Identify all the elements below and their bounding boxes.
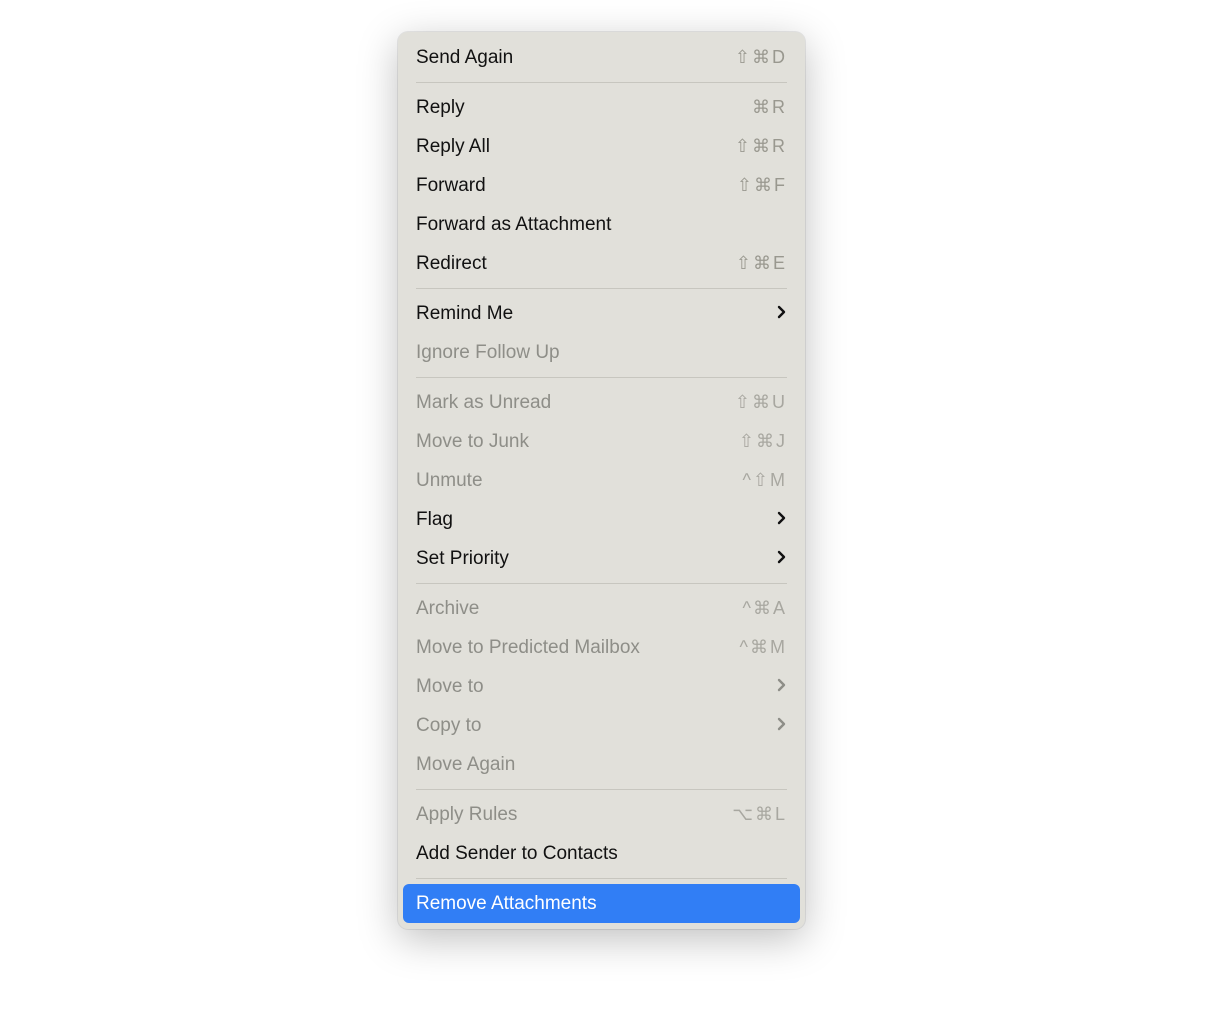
menu-item-ignore-follow-up: Ignore Follow Up — [398, 333, 805, 372]
chevron-right-icon — [777, 712, 787, 739]
menu-item-archive: Archive ^⌘A — [398, 589, 805, 628]
menu-divider — [416, 583, 787, 584]
menu-item-label: Send Again — [416, 44, 513, 71]
menu-item-shortcut: ⇧⌘D — [735, 44, 787, 71]
menu-item-label: Apply Rules — [416, 801, 517, 828]
menu-item-shortcut: ⇧⌘R — [735, 133, 787, 160]
context-menu: Send Again ⇧⌘D Reply ⌘R Reply All ⇧⌘R Forward ⇧… — [398, 32, 805, 929]
menu-item-label: Reply All — [416, 133, 490, 160]
menu-item-label: Set Priority — [416, 545, 509, 572]
menu-item-add-sender-to-contacts[interactable]: Add Sender to Contacts — [398, 834, 805, 873]
menu-item-label: Copy to — [416, 712, 481, 739]
menu-item-reply[interactable]: Reply ⌘R — [398, 88, 805, 127]
menu-item-flag[interactable]: Flag — [398, 500, 805, 539]
chevron-right-icon — [777, 545, 787, 572]
menu-item-forward[interactable]: Forward ⇧⌘F — [398, 166, 805, 205]
menu-item-copy-to: Copy to — [398, 706, 805, 745]
menu-item-move-to-junk: Move to Junk ⇧⌘J — [398, 422, 805, 461]
menu-item-shortcut: ^⇧M — [742, 467, 787, 494]
menu-item-label: Move Again — [416, 751, 515, 778]
menu-item-shortcut: ⇧⌘E — [736, 250, 787, 277]
menu-item-mark-as-unread: Mark as Unread ⇧⌘U — [398, 383, 805, 422]
menu-divider — [416, 377, 787, 378]
menu-divider — [416, 878, 787, 879]
menu-item-move-to-predicted-mailbox: Move to Predicted Mailbox ^⌘M — [398, 628, 805, 667]
menu-item-label: Forward — [416, 172, 486, 199]
menu-item-shortcut: ^⌘A — [743, 595, 787, 622]
menu-item-forward-as-attachment[interactable]: Forward as Attachment — [398, 205, 805, 244]
menu-item-move-to: Move to — [398, 667, 805, 706]
menu-item-label: Move to — [416, 673, 484, 700]
menu-item-label: Add Sender to Contacts — [416, 840, 618, 867]
menu-item-set-priority[interactable]: Set Priority — [398, 539, 805, 578]
menu-item-label: Mark as Unread — [416, 389, 551, 416]
menu-item-label: Remind Me — [416, 300, 513, 327]
menu-item-label: Move to Junk — [416, 428, 529, 455]
menu-item-shortcut: ⇧⌘J — [739, 428, 787, 455]
menu-item-label: Move to Predicted Mailbox — [416, 634, 640, 661]
menu-item-redirect[interactable]: Redirect ⇧⌘E — [398, 244, 805, 283]
menu-item-shortcut: ^⌘M — [740, 634, 787, 661]
menu-item-label: Ignore Follow Up — [416, 339, 560, 366]
menu-item-unmute: Unmute ^⇧M — [398, 461, 805, 500]
chevron-right-icon — [777, 673, 787, 700]
menu-item-shortcut: ⌥⌘L — [732, 801, 787, 828]
menu-divider — [416, 82, 787, 83]
chevron-right-icon — [777, 506, 787, 533]
chevron-right-icon — [777, 300, 787, 327]
menu-item-reply-all[interactable]: Reply All ⇧⌘R — [398, 127, 805, 166]
menu-item-apply-rules: Apply Rules ⌥⌘L — [398, 795, 805, 834]
menu-item-send-again[interactable]: Send Again ⇧⌘D — [398, 38, 805, 77]
menu-item-label: Forward as Attachment — [416, 211, 611, 238]
menu-item-label: Flag — [416, 506, 453, 533]
menu-item-move-again: Move Again — [398, 745, 805, 784]
menu-divider — [416, 789, 787, 790]
menu-item-remind-me[interactable]: Remind Me — [398, 294, 805, 333]
menu-item-label: Redirect — [416, 250, 487, 277]
menu-item-label: Remove Attachments — [416, 890, 597, 917]
menu-item-label: Unmute — [416, 467, 483, 494]
menu-item-shortcut: ⇧⌘U — [735, 389, 787, 416]
menu-item-label: Archive — [416, 595, 479, 622]
menu-item-label: Reply — [416, 94, 465, 121]
menu-item-shortcut: ⇧⌘F — [737, 172, 787, 199]
menu-item-remove-attachments[interactable]: Remove Attachments — [403, 884, 800, 923]
menu-item-shortcut: ⌘R — [752, 94, 787, 121]
menu-divider — [416, 288, 787, 289]
